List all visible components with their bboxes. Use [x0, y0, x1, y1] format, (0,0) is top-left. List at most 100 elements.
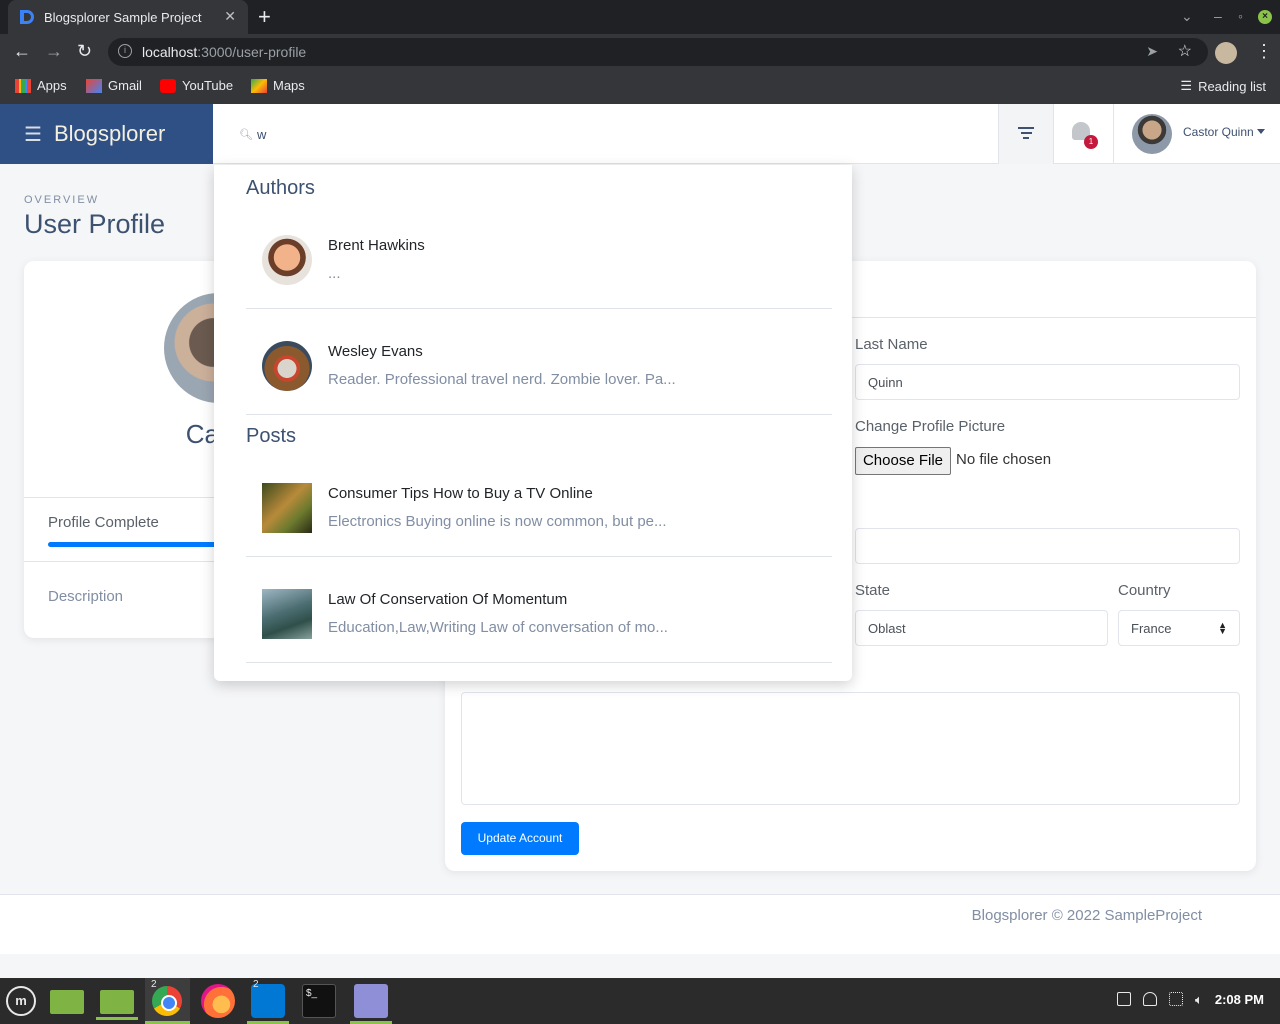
network-icon[interactable]: [1169, 992, 1184, 1006]
post-thumbnail: [262, 483, 312, 533]
search-input[interactable]: [257, 124, 957, 144]
search-icon: 🔍︎: [239, 129, 253, 141]
notification-badge: 1: [1084, 135, 1098, 149]
author-bio: ...: [328, 265, 341, 282]
site-info-icon[interactable]: i: [118, 44, 132, 58]
profile-picture-label: Change Profile Picture: [855, 418, 1006, 435]
list-item[interactable]: Brent Hawkins ...: [246, 203, 832, 309]
os-taskbar: m 2 2 $_ 🔈︎ 2:08 PM: [0, 978, 1280, 1024]
profile-complete-label: Profile Complete: [48, 514, 159, 531]
youtube-icon: [160, 78, 176, 93]
terminal-icon[interactable]: $_: [302, 984, 336, 1018]
volume-icon[interactable]: 🔈︎: [1195, 992, 1203, 1008]
window-count: 2: [151, 979, 157, 990]
send-tab-icon[interactable]: ➤: [1146, 43, 1158, 60]
bookmark-gmail[interactable]: Gmail: [86, 78, 142, 93]
apps-grid-icon: [15, 78, 31, 93]
vscode-icon[interactable]: 2: [247, 979, 289, 1024]
author-bio: Reader. Professional travel nerd. Zombie…: [328, 371, 676, 388]
author-name: Brent Hawkins: [328, 237, 425, 254]
list-item[interactable]: Wesley Evans Reader. Professional travel…: [246, 309, 832, 415]
taskbar-chrome[interactable]: 2: [145, 978, 190, 1024]
gmail-icon: [86, 78, 102, 93]
firefox-icon[interactable]: [201, 984, 235, 1018]
avatar: [1132, 114, 1172, 154]
address-bar[interactable]: i localhost:3000/user-profile ➤ ☆: [108, 38, 1208, 66]
search-results-dropdown: Authors Brent Hawkins ... Wesley Evans R…: [214, 165, 852, 681]
reload-icon[interactable]: ↻: [77, 41, 92, 62]
post-title: Consumer Tips How to Buy a TV Online: [328, 485, 593, 502]
filter-icon: [1018, 127, 1034, 142]
last-name-label: Last Name: [855, 336, 928, 353]
address-field[interactable]: [855, 528, 1240, 564]
last-name-field[interactable]: Quinn: [855, 364, 1240, 400]
select-arrows-icon: ▲ ▼: [1218, 620, 1227, 636]
post-thumbnail: [262, 589, 312, 639]
description-textarea[interactable]: [461, 692, 1240, 805]
folder-icon[interactable]: [50, 990, 84, 1014]
brand-header: ☰ Blogsplorer: [0, 104, 213, 164]
window-close-icon[interactable]: ×: [1258, 10, 1272, 24]
footer: Blogsplorer © 2022 SampleProject: [0, 894, 1280, 954]
author-name: Wesley Evans: [328, 343, 423, 360]
profile-progress-fill: [48, 542, 224, 547]
site-favicon-icon: [20, 10, 34, 24]
back-icon[interactable]: ←: [13, 41, 31, 62]
text-editor-icon[interactable]: [350, 984, 392, 1024]
new-tab-icon[interactable]: +: [258, 4, 271, 30]
menu-toggle-icon[interactable]: ☰: [24, 122, 42, 147]
user-menu[interactable]: Castor Quinn: [1113, 104, 1280, 164]
state-field[interactable]: Oblast: [855, 610, 1108, 646]
list-item[interactable]: Law Of Conservation Of Momentum Educatio…: [246, 557, 832, 663]
browser-menu-icon[interactable]: ⋮: [1255, 41, 1273, 62]
url-text: localhost:3000/user-profile: [142, 44, 307, 60]
start-menu-icon[interactable]: m: [6, 986, 36, 1016]
forward-icon[interactable]: →: [45, 41, 63, 62]
author-avatar: [262, 235, 312, 285]
update-account-button[interactable]: Update Account: [461, 822, 579, 855]
brand-name[interactable]: Blogsplorer: [54, 121, 165, 147]
folder-icon[interactable]: [96, 990, 138, 1020]
author-avatar: [262, 341, 312, 391]
filter-button[interactable]: [998, 104, 1053, 164]
post-excerpt: Education,Law,Writing Law of conversatio…: [328, 619, 668, 636]
tab-title: Blogsplorer Sample Project: [44, 10, 202, 25]
authors-heading: Authors: [246, 177, 315, 199]
bookmarks-bar: Apps Gmail YouTube Maps ☰ Reading list: [0, 70, 1280, 104]
page-title: User Profile: [24, 209, 166, 239]
clock[interactable]: 2:08 PM: [1215, 992, 1264, 1008]
user-name: Castor Quinn: [1183, 125, 1254, 139]
notifications-button[interactable]: 1: [1053, 104, 1113, 164]
list-item[interactable]: Consumer Tips How to Buy a TV Online Ele…: [246, 451, 832, 557]
page-subtitle: OVERVIEW: [24, 194, 100, 206]
minimize-icon[interactable]: –: [1214, 8, 1222, 24]
maximize-icon[interactable]: ◦: [1238, 8, 1243, 24]
browser-tab-bar: Blogsplorer Sample Project ✕ + ⌄ – ◦ ×: [0, 0, 1280, 34]
window-count: 2: [253, 979, 259, 990]
shield-icon[interactable]: [1143, 992, 1158, 1006]
top-navbar: 🔍︎ 1 Castor Quinn: [213, 104, 1280, 164]
reading-list-button[interactable]: ☰ Reading list: [1180, 78, 1266, 94]
clipboard-icon[interactable]: [1117, 992, 1132, 1006]
browser-tab[interactable]: Blogsplorer Sample Project ✕: [8, 0, 248, 34]
country-select[interactable]: France ▲ ▼: [1118, 610, 1240, 646]
tab-search-icon[interactable]: ⌄: [1181, 8, 1193, 25]
browser-profile-avatar[interactable]: [1215, 42, 1237, 64]
system-tray: 🔈︎ 2:08 PM: [1117, 992, 1264, 1008]
maps-icon: [251, 78, 267, 93]
country-label: Country: [1118, 582, 1171, 599]
tab-close-icon[interactable]: ✕: [224, 8, 236, 25]
chrome-icon: [152, 986, 182, 1016]
chevron-down-icon: [1257, 129, 1265, 134]
bookmark-apps[interactable]: Apps: [15, 78, 67, 93]
country-select-value: France: [1131, 621, 1172, 636]
bookmark-star-icon[interactable]: ☆: [1178, 41, 1192, 61]
bookmark-maps[interactable]: Maps: [251, 78, 305, 93]
bookmark-youtube[interactable]: YouTube: [160, 78, 233, 93]
description-label: Description: [48, 588, 124, 605]
posts-heading: Posts: [246, 425, 297, 447]
post-title: Law Of Conservation Of Momentum: [328, 591, 568, 608]
file-status-text: No file chosen: [956, 451, 1052, 468]
choose-file-button[interactable]: Choose File: [855, 447, 951, 475]
state-label: State: [855, 582, 891, 599]
